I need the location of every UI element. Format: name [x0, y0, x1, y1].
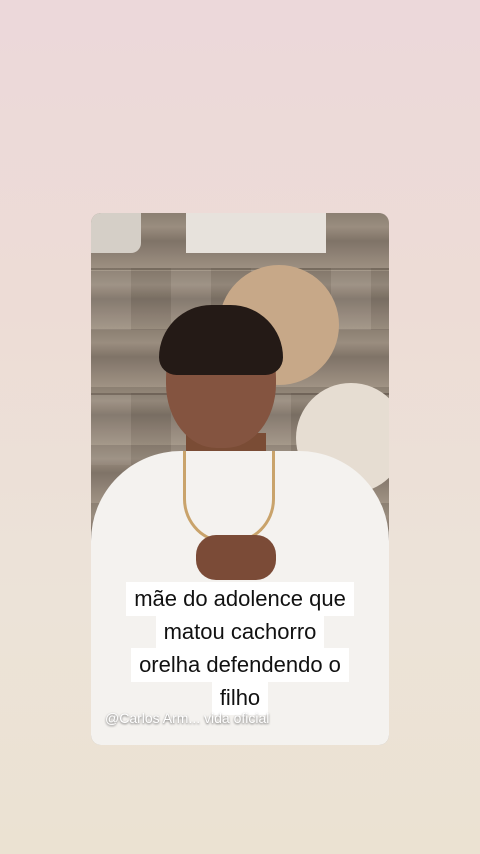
person-hands: [196, 535, 276, 580]
caption-line: mãe do adolence que: [126, 582, 354, 616]
watermark: @Carlos Arm... vida oficial: [105, 710, 270, 726]
wall-shape: [186, 213, 326, 253]
caption: mãe do adolence que matou cachorro orelh…: [91, 582, 389, 715]
video-frame[interactable]: mãe do adolence que matou cachorro orelh…: [91, 213, 389, 745]
caption-line: orelha defendendo o: [131, 648, 349, 682]
necklace: [183, 451, 275, 544]
wall-shape: [91, 213, 141, 253]
caption-line: matou cachorro: [155, 615, 325, 649]
